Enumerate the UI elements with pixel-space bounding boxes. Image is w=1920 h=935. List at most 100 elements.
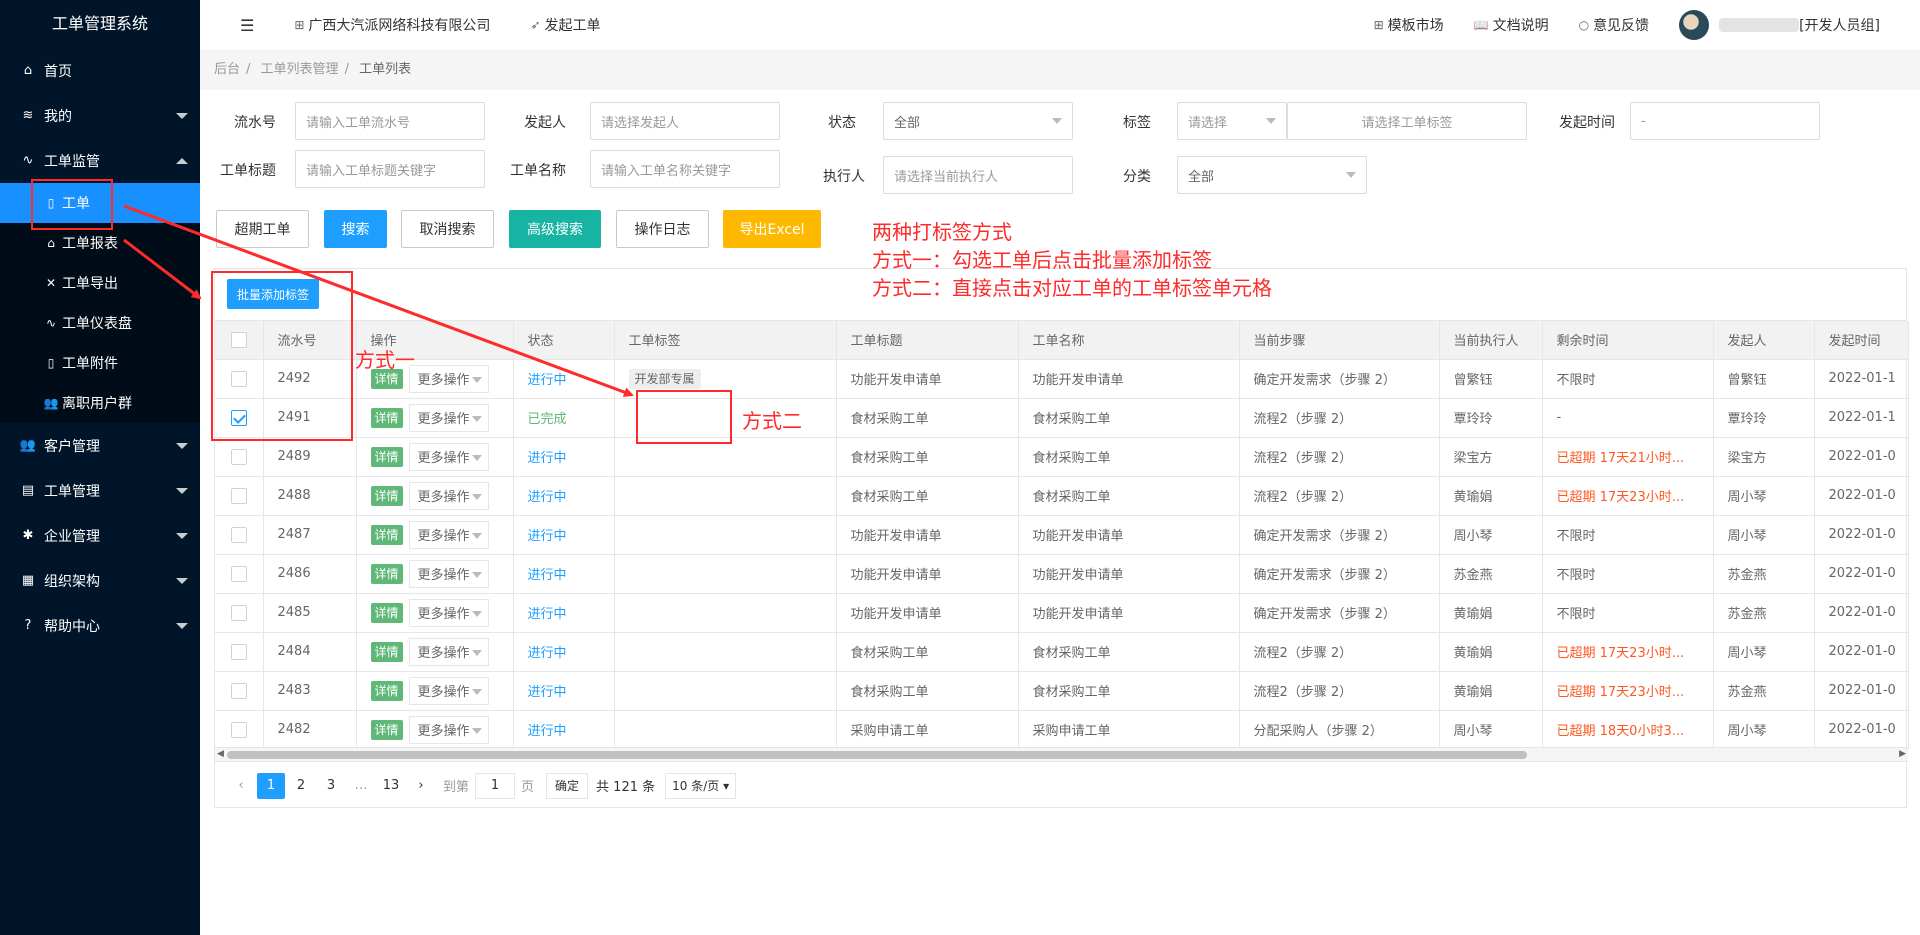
detail-button[interactable]: 详情	[370, 485, 403, 506]
table-row[interactable]: 2483 详情 更多操作 进行中 食材采购工单 食材采购工单 流程2（步骤 2） 黄瑜娟 已超期…	[215, 671, 1909, 711]
row-checkbox[interactable]	[230, 682, 247, 699]
row-select-cell[interactable]	[215, 710, 264, 750]
operation-log-button[interactable]: 操作日志	[616, 210, 709, 248]
company-switch[interactable]: ⊞ 广西大汽派网络科技有限公司	[294, 15, 490, 35]
cell-status[interactable]: 进行中	[513, 593, 615, 633]
row-select-cell[interactable]	[215, 437, 264, 477]
detail-button[interactable]: 详情	[370, 524, 403, 545]
menu-mine[interactable]: ≋ 我的	[0, 93, 200, 138]
user-menu[interactable]: [开发人员组]	[1679, 10, 1880, 40]
page-2[interactable]: 2	[287, 773, 315, 799]
more-actions-select[interactable]: 更多操作	[408, 364, 489, 393]
page-13[interactable]: 13	[377, 773, 405, 799]
feedback-link[interactable]: ○ 意见反馈	[1579, 15, 1649, 35]
time-range-input[interactable]: -	[1630, 102, 1820, 140]
table-row[interactable]: 2485 详情 更多操作 进行中 功能开发申请单 功能开发申请单 确定开发需求（步骤 2）黄…	[215, 593, 1909, 633]
status-select[interactable]: 全部	[883, 102, 1073, 140]
row-checkbox[interactable]	[230, 526, 247, 543]
submenu-departed-users[interactable]: 👥 离职用户群	[0, 383, 200, 423]
title-input[interactable]: 请输入工单标题关键字	[295, 150, 485, 188]
cell-status[interactable]: 已完成	[513, 398, 615, 438]
advanced-search-button[interactable]: 高级搜索	[509, 210, 601, 248]
more-actions-select[interactable]: 更多操作	[408, 559, 489, 588]
table-row[interactable]: 2487 详情 更多操作 进行中 功能开发申请单 功能开发申请单 确定开发需求（步骤 2）周…	[215, 515, 1909, 555]
detail-button[interactable]: 详情	[370, 446, 403, 467]
more-actions-select[interactable]: 更多操作	[408, 403, 489, 432]
cell-status[interactable]: 进行中	[513, 359, 615, 399]
breadcrumb-item[interactable]: 工单列表管理	[261, 62, 339, 77]
more-actions-select[interactable]: 更多操作	[408, 520, 489, 549]
menu-ticket-manage[interactable]: ▤ 工单管理	[0, 468, 200, 513]
table-row[interactable]: 2486 详情 更多操作 进行中 功能开发申请单 功能开发申请单 确定开发需求（步骤 2）苏…	[215, 554, 1909, 594]
cell-tag[interactable]	[614, 554, 837, 594]
horizontal-scrollbar[interactable]: ◀ ▶	[215, 747, 1908, 761]
cell-tag[interactable]	[614, 515, 837, 555]
cell-tag[interactable]	[614, 632, 837, 672]
table-row[interactable]: 2492 详情 更多操作 进行中 开发部专属 功能开发申请单 功能开发申请单 确定开发需求（步…	[215, 359, 1909, 399]
cell-tag[interactable]	[614, 476, 837, 516]
overdue-button[interactable]: 超期工单	[216, 210, 309, 248]
menu-toggle-icon[interactable]: ☰	[240, 16, 254, 35]
next-page-icon[interactable]: ›	[407, 773, 435, 799]
tag-type-select[interactable]: 请选择	[1177, 102, 1287, 140]
more-actions-select[interactable]: 更多操作	[408, 442, 489, 471]
table-row[interactable]: 2489 详情 更多操作 进行中 食材采购工单 食材采购工单 流程2（步骤 2） 梁宝方 已超期…	[215, 437, 1909, 477]
menu-help[interactable]: ? 帮助中心	[0, 603, 200, 648]
cell-status[interactable]: 进行中	[513, 476, 615, 516]
template-market-link[interactable]: ⊞ 模板市场	[1374, 15, 1444, 35]
detail-button[interactable]: 详情	[370, 602, 403, 623]
cell-status[interactable]: 进行中	[513, 515, 615, 555]
detail-button[interactable]: 详情	[370, 563, 403, 584]
more-actions-select[interactable]: 更多操作	[408, 715, 489, 744]
more-actions-select[interactable]: 更多操作	[408, 598, 489, 627]
row-select-cell[interactable]	[215, 632, 264, 672]
scrollbar-thumb[interactable]	[227, 751, 1527, 759]
menu-org[interactable]: ▦ 组织架构	[0, 558, 200, 603]
cell-status[interactable]: 进行中	[513, 554, 615, 594]
row-select-cell[interactable]	[215, 671, 264, 711]
table-row[interactable]: 2482 详情 更多操作 进行中 采购申请工单 采购申请工单 分配采购人（步骤 2） 周小琴已…	[215, 710, 1909, 750]
page-1[interactable]: 1	[257, 772, 285, 799]
scroll-left-icon[interactable]: ◀	[217, 749, 224, 759]
goto-confirm-button[interactable]: 确定	[546, 772, 589, 799]
menu-customer[interactable]: 👥 客户管理	[0, 423, 200, 468]
start-ticket-link[interactable]: ➶ 发起工单	[530, 15, 600, 35]
row-checkbox[interactable]	[230, 721, 247, 738]
row-checkbox[interactable]	[230, 604, 247, 621]
cell-status[interactable]: 进行中	[513, 710, 615, 750]
table-row[interactable]: 2488 详情 更多操作 进行中 食材采购工单 食材采购工单 流程2（步骤 2） 黄瑜娟 已超期…	[215, 476, 1909, 516]
cell-status[interactable]: 进行中	[513, 671, 615, 711]
row-select-cell[interactable]	[215, 515, 264, 555]
row-select-cell[interactable]	[215, 593, 264, 633]
cell-tag[interactable]	[614, 710, 837, 750]
export-excel-button[interactable]: 导出Excel	[723, 210, 821, 248]
executor-select[interactable]: 请选择当前执行人	[883, 156, 1073, 194]
submenu-ticket-dashboard[interactable]: ∿ 工单仪表盘	[0, 303, 200, 343]
menu-home[interactable]: ⌂ 首页	[0, 48, 200, 93]
detail-button[interactable]: 详情	[370, 407, 403, 428]
scroll-right-icon[interactable]: ▶	[1899, 749, 1906, 759]
row-checkbox[interactable]	[230, 565, 247, 582]
detail-button[interactable]: 详情	[370, 719, 403, 740]
page-number-input[interactable]: 1	[475, 772, 516, 799]
detail-button[interactable]: 详情	[370, 641, 403, 662]
submenu-ticket-export[interactable]: ✕ 工单导出	[0, 263, 200, 303]
cell-status[interactable]: 进行中	[513, 632, 615, 672]
page-size-select[interactable]: 10 条/页 ▾	[665, 772, 737, 799]
submenu-ticket-attachment[interactable]: ▯ 工单附件	[0, 343, 200, 383]
cancel-search-button[interactable]: 取消搜索	[401, 210, 494, 248]
detail-button[interactable]: 详情	[370, 680, 403, 701]
search-button[interactable]: 搜索	[324, 210, 387, 248]
name-input[interactable]: 请输入工单名称关键字	[590, 150, 780, 188]
docs-link[interactable]: 📖 文档说明	[1474, 15, 1549, 35]
row-checkbox[interactable]	[230, 448, 247, 465]
row-select-cell[interactable]	[215, 476, 264, 516]
menu-enterprise[interactable]: ✱ 企业管理	[0, 513, 200, 558]
table-row[interactable]: 2491 详情 更多操作 已完成 食材采购工单 食材采购工单 流程2（步骤 2） 覃玲玲 - 覃玲…	[215, 398, 1909, 438]
initiator-select[interactable]: 请选择发起人	[590, 102, 780, 140]
more-actions-select[interactable]: 更多操作	[408, 637, 489, 666]
row-checkbox[interactable]	[230, 643, 247, 660]
table-row[interactable]: 2484 详情 更多操作 进行中 食材采购工单 食材采购工单 流程2（步骤 2） 黄瑜娟 已超期…	[215, 632, 1909, 672]
page-3[interactable]: 3	[317, 773, 345, 799]
breadcrumb-item[interactable]: 后台	[214, 62, 240, 77]
